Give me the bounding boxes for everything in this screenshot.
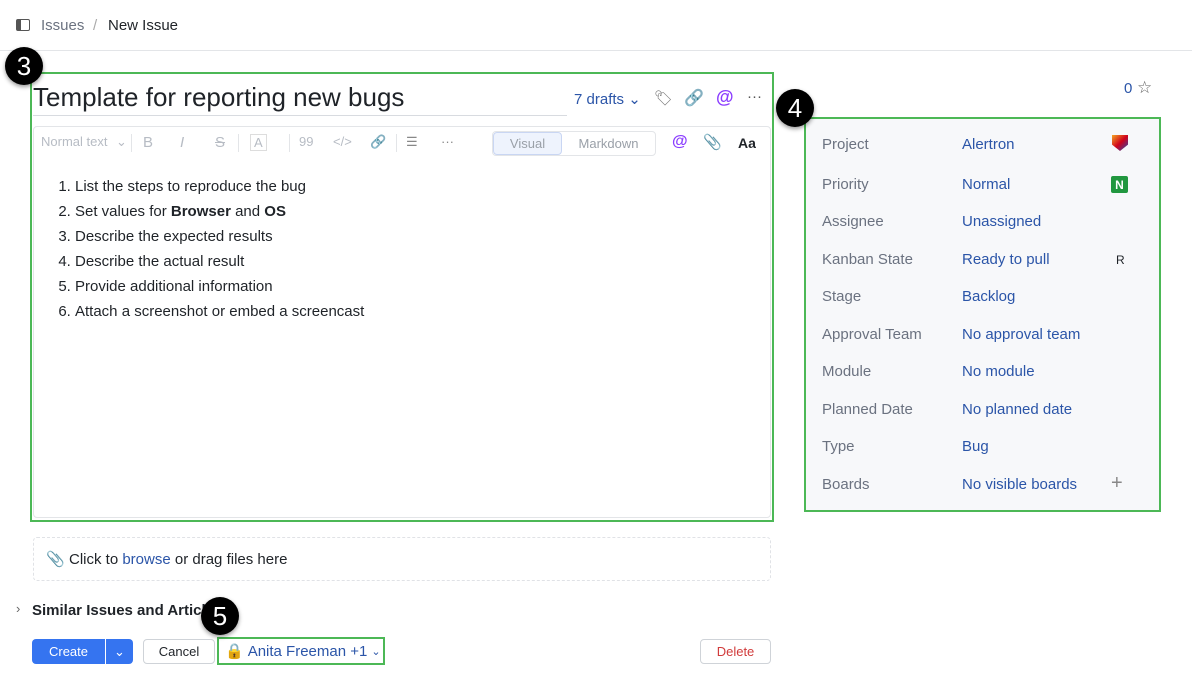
markdown-tab[interactable]: Markdown xyxy=(562,132,655,155)
field-project[interactable]: Project Alertron xyxy=(822,135,1128,153)
breadcrumb-separator: / xyxy=(93,17,98,34)
mode-switch: Visual Markdown xyxy=(492,131,656,156)
list-item: Describe the actual result xyxy=(75,249,364,274)
field-approval-team[interactable]: Approval Team No approval team xyxy=(822,326,1080,343)
paperclip-icon: 📎 xyxy=(46,551,65,568)
annotation-badge-5: 5 xyxy=(201,597,239,635)
breadcrumb-issues[interactable]: Issues xyxy=(41,17,84,34)
create-button[interactable]: Create xyxy=(32,639,105,664)
field-type[interactable]: Type Bug xyxy=(822,438,989,455)
list-item: Provide additional information xyxy=(75,274,364,299)
field-planned-date[interactable]: Planned Date No planned date xyxy=(822,401,1072,418)
field-module[interactable]: Module No module xyxy=(822,363,1035,380)
ai-icon[interactable]: @ xyxy=(672,133,688,151)
visibility-selector[interactable]: 🔒 Anita Freeman +1 ⌄ xyxy=(217,637,385,665)
annotation-badge-3: 3 xyxy=(5,47,43,85)
priority-badge: N xyxy=(1111,176,1128,193)
vote-count: 0 xyxy=(1124,80,1133,97)
list-item: Attach a screenshot or embed a screencas… xyxy=(75,299,364,324)
format-dropdown[interactable]: Normal text xyxy=(41,134,107,149)
field-stage[interactable]: Stage Backlog xyxy=(822,288,1015,305)
list-item: List the steps to reproduce the bug xyxy=(75,174,364,199)
similar-issues-toggle[interactable]: Similar Issues and Articles xyxy=(32,602,222,619)
quote-button[interactable]: 99 xyxy=(299,134,313,149)
field-assignee[interactable]: Assignee Unassigned xyxy=(822,213,1041,230)
visual-tab[interactable]: Visual xyxy=(493,132,562,155)
drafts-label: 7 drafts xyxy=(574,91,625,108)
more-icon[interactable]: ··· xyxy=(747,88,762,105)
font-settings-button[interactable]: Aa xyxy=(738,135,756,151)
list-item: Set values for Browser and OS xyxy=(75,199,364,224)
add-board-icon[interactable]: + xyxy=(1111,472,1123,495)
star-icon[interactable]: ☆ xyxy=(1137,78,1152,98)
ai-assistant-icon[interactable]: @ xyxy=(716,87,734,108)
chevron-right-icon[interactable]: › xyxy=(16,601,20,616)
field-priority[interactable]: Priority Normal N xyxy=(822,176,1128,193)
text-color-button[interactable]: A xyxy=(250,134,267,151)
browse-link[interactable]: browse xyxy=(122,551,170,568)
bullet-list-button[interactable]: ☰ xyxy=(406,134,418,150)
strikethrough-button[interactable]: S xyxy=(215,134,225,151)
create-options-button[interactable]: ⌄ xyxy=(106,639,133,664)
title-input[interactable]: Template for reporting new bugs xyxy=(33,82,567,116)
attachment-dropzone[interactable]: 📎 Click to browse or drag files here xyxy=(33,537,771,581)
field-kanban-state[interactable]: Kanban State Ready to pull R xyxy=(822,251,1125,268)
steps-list: List the steps to reproduce the bug Set … xyxy=(75,174,364,324)
breadcrumb-current: New Issue xyxy=(108,17,179,34)
italic-button[interactable]: I xyxy=(180,134,184,151)
cancel-button[interactable]: Cancel xyxy=(143,639,215,664)
bold-button[interactable]: B xyxy=(143,134,153,151)
kanban-badge: R xyxy=(1116,253,1125,267)
attachment-icon[interactable]: 📎 xyxy=(703,133,722,151)
lock-icon: 🔒 xyxy=(225,643,244,660)
drafts-dropdown[interactable]: 7 drafts ⌄ xyxy=(574,90,641,108)
annotation-badge-4: 4 xyxy=(776,89,814,127)
sidebar-toggle-icon[interactable] xyxy=(16,19,30,31)
more-formatting-button[interactable]: ··· xyxy=(441,134,454,149)
delete-button[interactable]: Delete xyxy=(700,639,771,664)
link-icon[interactable]: 🔗 xyxy=(684,88,704,108)
code-button[interactable]: </> xyxy=(333,134,352,149)
top-bar xyxy=(0,0,1192,51)
field-boards[interactable]: Boards No visible boards + xyxy=(822,472,1123,494)
insert-link-icon[interactable]: 🔗 xyxy=(370,134,386,150)
tag-icon[interactable]: 🏷 xyxy=(654,89,673,107)
list-item: Describe the expected results xyxy=(75,224,364,249)
